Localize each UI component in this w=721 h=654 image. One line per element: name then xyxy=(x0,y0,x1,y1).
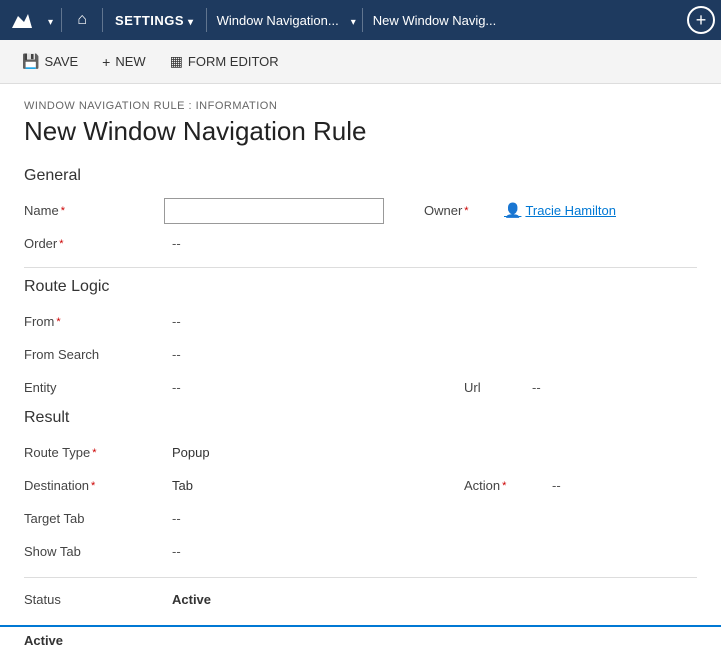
general-section: General Name* Owner* 👤 Tracie Hamilton O… xyxy=(24,167,697,257)
status-value: Active xyxy=(164,586,219,613)
logo-chevron-icon xyxy=(48,13,53,28)
bottom-status-bar: Active xyxy=(0,625,721,654)
owner-person-icon: 👤 xyxy=(504,202,521,219)
save-icon: 💾 xyxy=(22,53,39,70)
nav-divider-2 xyxy=(102,8,103,32)
form-editor-label: FORM EDITOR xyxy=(188,54,279,69)
breadcrumb-window-nav[interactable]: Window Navigation... xyxy=(209,0,347,40)
route-logic-section: Route Logic From* -- From Search -- Enti… xyxy=(24,278,697,401)
route-type-required: * xyxy=(92,447,96,459)
owner-value[interactable]: 👤 Tracie Hamilton xyxy=(504,202,616,219)
bottom-status-value: Active xyxy=(24,633,63,648)
entity-value: -- xyxy=(164,374,464,401)
save-button[interactable]: 💾 SAVE xyxy=(12,46,88,78)
route-type-label: Route Type* xyxy=(24,439,164,466)
result-section: Result Route Type* Popup Destination* Ta… xyxy=(24,409,697,565)
destination-value: Tab xyxy=(164,472,464,499)
owner-label: Owner* xyxy=(384,197,504,224)
url-value: -- xyxy=(524,374,549,401)
order-value: -- xyxy=(164,230,189,257)
order-required: * xyxy=(59,238,63,250)
action-value: -- xyxy=(544,472,569,499)
form-editor-button[interactable]: ▦ FORM EDITOR xyxy=(160,46,289,78)
from-search-label: From Search xyxy=(24,341,164,368)
form-editor-icon: ▦ xyxy=(170,53,183,70)
settings-chevron-icon xyxy=(188,13,194,28)
nav-divider-4 xyxy=(362,8,363,32)
name-label: Name* xyxy=(24,197,164,224)
status-label: Status xyxy=(24,586,164,613)
order-label: Order* xyxy=(24,230,164,257)
show-tab-value: -- xyxy=(164,538,189,565)
home-icon: ⌂ xyxy=(77,11,87,29)
route-logic-heading: Route Logic xyxy=(24,278,697,296)
from-required: * xyxy=(56,316,60,328)
form-subtitle: WINDOW NAVIGATION RULE : INFORMATION xyxy=(24,100,697,112)
action-label: Action* xyxy=(464,472,544,499)
nav-divider-3 xyxy=(206,8,207,32)
breadcrumb-new-window[interactable]: New Window Navig... xyxy=(365,0,505,40)
save-label: SAVE xyxy=(44,54,78,69)
home-button[interactable]: ⌂ xyxy=(64,0,100,40)
show-tab-label: Show Tab xyxy=(24,538,164,565)
breadcrumb-chevron-button[interactable] xyxy=(347,0,360,40)
add-nav-icon: + xyxy=(696,10,707,31)
target-tab-value: -- xyxy=(164,505,189,532)
status-section: Status Active xyxy=(24,577,697,613)
general-heading: General xyxy=(24,167,697,185)
from-search-value: -- xyxy=(164,341,189,368)
result-heading: Result xyxy=(24,409,697,427)
owner-required: * xyxy=(464,205,468,217)
breadcrumb-chevron-icon xyxy=(351,13,356,28)
logo-dropdown-button[interactable] xyxy=(42,0,59,40)
name-input[interactable] xyxy=(164,198,384,224)
target-tab-label: Target Tab xyxy=(24,505,164,532)
new-button[interactable]: + NEW xyxy=(92,46,156,78)
settings-label: SETTINGS xyxy=(115,13,184,28)
url-label: Url xyxy=(464,374,524,401)
route-type-value: Popup xyxy=(164,439,218,466)
nav-divider-1 xyxy=(61,8,62,32)
breadcrumb: Window Navigation... New Window Navig... xyxy=(209,0,505,40)
new-label: NEW xyxy=(115,54,145,69)
new-icon: + xyxy=(102,54,110,70)
from-label: From* xyxy=(24,308,164,335)
top-navigation: ⌂ SETTINGS Window Navigation... New Wind… xyxy=(0,0,721,40)
add-nav-button[interactable]: + xyxy=(687,6,715,34)
from-value: -- xyxy=(164,308,189,335)
form-area: WINDOW NAVIGATION RULE : INFORMATION New… xyxy=(0,84,721,654)
name-required: * xyxy=(61,205,65,217)
settings-button[interactable]: SETTINGS xyxy=(105,0,204,40)
app-logo[interactable] xyxy=(6,4,38,36)
entity-label: Entity xyxy=(24,374,164,401)
toolbar: 💾 SAVE + NEW ▦ FORM EDITOR xyxy=(0,40,721,84)
destination-label: Destination* xyxy=(24,472,164,499)
destination-required: * xyxy=(91,480,95,492)
form-title: New Window Navigation Rule xyxy=(24,116,697,147)
action-required: * xyxy=(502,480,506,492)
general-divider xyxy=(24,267,697,268)
